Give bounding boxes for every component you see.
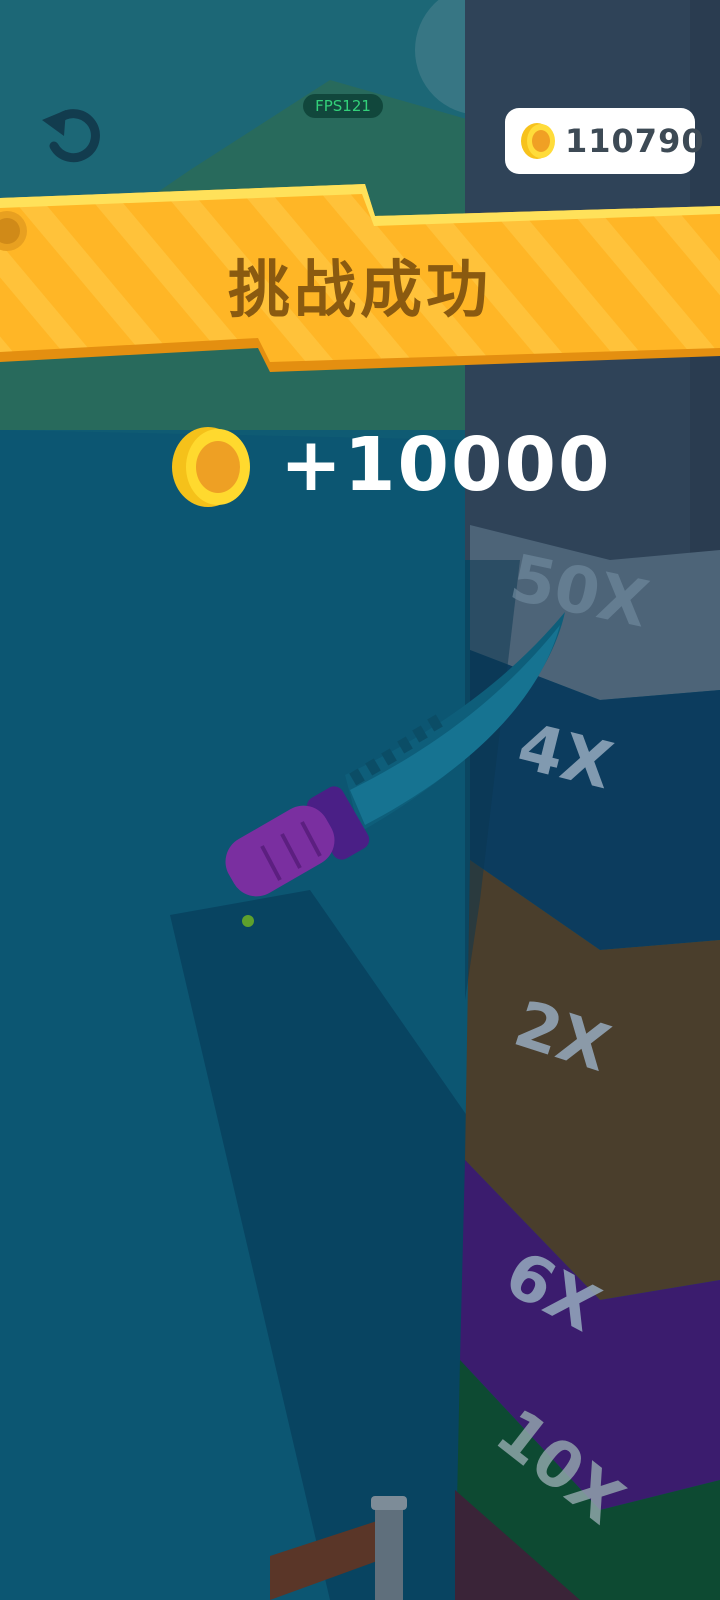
restart-button[interactable] [36, 102, 106, 166]
restart-icon [42, 109, 100, 163]
reward-amount: +10000 [280, 422, 612, 508]
reward-coin-icon [172, 427, 250, 507]
fps-counter: FPS121 [303, 94, 383, 118]
coin-balance: 110790 [505, 108, 705, 174]
reward-display: +10000 [170, 420, 610, 510]
result-title: 挑战成功 [227, 253, 492, 326]
coin-total: 110790 [565, 122, 705, 160]
coin-icon [521, 123, 555, 159]
